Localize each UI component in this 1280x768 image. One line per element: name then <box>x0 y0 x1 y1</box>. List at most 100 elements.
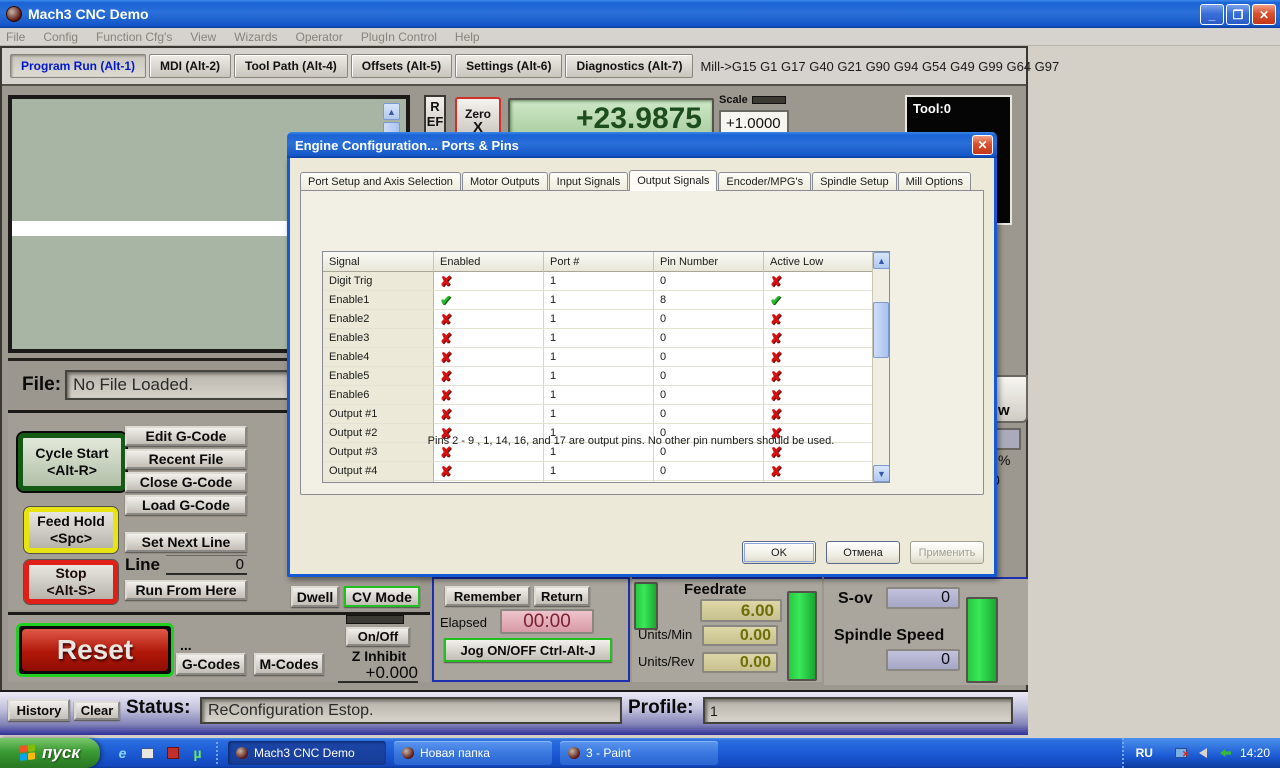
active-low-mark[interactable]: . <box>764 481 874 482</box>
menu-item[interactable]: Config <box>43 30 78 44</box>
line-value[interactable]: 0 <box>165 555 247 575</box>
set-next-line-button[interactable]: Set Next Line <box>125 532 247 552</box>
gcode-file-button[interactable]: Edit G-Code <box>125 426 247 446</box>
feed-hold-button[interactable]: Feed Hold <Spc> <box>23 506 119 554</box>
table-scrollbar[interactable]: ▲ ▼ <box>872 252 889 482</box>
gcode-file-button[interactable]: Close G-Code <box>125 472 247 492</box>
screen-tab[interactable]: MDI (Alt-2) <box>149 54 231 78</box>
scroll-thumb[interactable] <box>873 302 889 358</box>
ok-button[interactable]: OK <box>742 541 816 564</box>
scroll-up-icon[interactable]: ▲ <box>383 103 400 120</box>
active-low-mark[interactable]: ✘ <box>764 310 874 329</box>
enabled-mark[interactable]: ✘ <box>434 405 544 424</box>
enabled-mark[interactable]: ✘ <box>434 462 544 481</box>
port-number[interactable]: 1 <box>544 462 654 481</box>
menu-item[interactable]: Function Cfg's <box>96 30 172 44</box>
gcode-file-button[interactable]: Recent File <box>125 449 247 469</box>
dialog-tab[interactable]: Input Signals <box>548 172 629 191</box>
run-from-here-button[interactable]: Run From Here <box>125 580 247 600</box>
spindle-speed-value[interactable]: 0 <box>886 649 960 671</box>
minimize-button[interactable]: _ <box>1200 4 1224 25</box>
active-low-mark[interactable]: ✘ <box>764 348 874 367</box>
screen-tab[interactable]: Diagnostics (Alt-7) <box>565 54 694 78</box>
pin-number[interactable]: 0 <box>654 462 764 481</box>
port-number[interactable]: 1 <box>544 367 654 386</box>
pin-number[interactable]: 0 <box>654 310 764 329</box>
scroll-down-icon[interactable]: ▼ <box>873 465 889 482</box>
pin-number[interactable]: 8 <box>654 291 764 310</box>
active-low-mark[interactable]: ✘ <box>764 386 874 405</box>
cycle-start-button[interactable]: Cycle Start <Alt-R> <box>16 431 128 493</box>
active-low-mark[interactable]: ✘ <box>764 329 874 348</box>
active-low-mark[interactable]: ✘ <box>764 367 874 386</box>
port-number[interactable]: 1 <box>544 310 654 329</box>
menu-item[interactable]: Wizards <box>234 30 277 44</box>
reset-button[interactable]: Reset <box>16 623 174 677</box>
port-number[interactable]: 1 <box>544 348 654 367</box>
enabled-mark[interactable]: ✔ <box>434 291 544 310</box>
dwell-button[interactable]: Dwell <box>291 586 339 607</box>
enabled-mark[interactable]: ✘ <box>434 272 544 291</box>
screen-tab[interactable]: Offsets (Alt-5) <box>350 54 453 78</box>
pin-number[interactable]: 0 <box>654 386 764 405</box>
port-number[interactable]: 1 <box>544 386 654 405</box>
scroll-up-icon[interactable]: ▲ <box>873 252 889 269</box>
active-low-mark[interactable]: ✘ <box>764 405 874 424</box>
screen-tab[interactable]: Tool Path (Alt-4) <box>234 54 348 78</box>
ie-icon[interactable]: e <box>114 745 131 762</box>
active-low-mark[interactable]: ✔ <box>764 291 874 310</box>
return-button[interactable]: Return <box>534 586 590 606</box>
dialog-titlebar[interactable]: Engine Configuration... Ports & Pins ✕ <box>287 132 997 158</box>
pin-number[interactable]: 0 <box>654 329 764 348</box>
remember-button[interactable]: Remember <box>445 586 530 606</box>
dialog-tab[interactable]: Port Setup and Axis Selection <box>300 172 461 191</box>
menu-item[interactable]: PlugIn Control <box>361 30 437 44</box>
pin-number[interactable]: 0 <box>654 348 764 367</box>
media-player-icon[interactable] <box>164 745 181 762</box>
menu-item[interactable]: Help <box>455 30 480 44</box>
enabled-mark[interactable]: ✘ <box>434 386 544 405</box>
active-low-mark[interactable]: ✘ <box>764 272 874 291</box>
dialog-tab[interactable]: Spindle Setup <box>812 172 897 191</box>
feedrate-value[interactable]: 6.00 <box>700 599 782 622</box>
pin-number[interactable]: . <box>654 481 764 482</box>
enabled-mark[interactable]: ✘ <box>434 348 544 367</box>
screen-tab[interactable]: Program Run (Alt-1) <box>10 54 146 78</box>
close-button[interactable]: ✕ <box>1252 4 1276 25</box>
jog-follow-button-partial[interactable]: w <box>993 375 1028 423</box>
z-inhibit-value[interactable]: +0.000 <box>338 663 418 683</box>
pin-number[interactable]: 0 <box>654 367 764 386</box>
restore-button[interactable]: ❐ <box>1226 4 1250 25</box>
feedrate-bar[interactable] <box>787 591 817 681</box>
taskbar-task-button[interactable]: Новая папка <box>394 741 552 765</box>
update-icon[interactable] <box>1218 746 1233 761</box>
dialog-tab[interactable]: Output Signals <box>629 170 718 191</box>
menu-item[interactable]: Operator <box>296 30 343 44</box>
spindle-bar[interactable] <box>966 597 998 683</box>
gcode-file-button[interactable]: Load G-Code <box>125 495 247 515</box>
active-low-mark[interactable]: ✘ <box>764 462 874 481</box>
port-number[interactable]: . <box>544 481 654 482</box>
cv-mode-button[interactable]: CV Mode <box>344 586 420 607</box>
enabled-mark[interactable]: . <box>434 481 544 482</box>
jog-onoff-button[interactable]: Jog ON/OFF Ctrl-Alt-J <box>444 638 612 662</box>
enabled-mark[interactable]: ✘ <box>434 367 544 386</box>
dialog-close-icon[interactable]: ✕ <box>972 135 993 155</box>
taskbar-task-button[interactable]: 3 - Paint <box>560 741 718 765</box>
dialog-tab[interactable]: Encoder/MPG's <box>718 172 812 191</box>
language-indicator[interactable]: RU <box>1136 746 1153 760</box>
fro-bar[interactable] <box>634 582 658 630</box>
port-number[interactable]: 1 <box>544 291 654 310</box>
history-button[interactable]: History <box>8 699 70 721</box>
menu-item[interactable]: View <box>190 30 216 44</box>
cancel-button[interactable]: Отмена <box>826 541 900 564</box>
show-desktop-icon[interactable] <box>139 745 156 762</box>
port-number[interactable]: 1 <box>544 329 654 348</box>
z-inhibit-onoff-button[interactable]: On/Off <box>346 627 410 646</box>
taskbar-task-button[interactable]: Mach3 CNC Demo <box>228 741 386 765</box>
sov-value[interactable]: 0 <box>886 587 960 609</box>
pin-number[interactable]: 0 <box>654 272 764 291</box>
screen-tab[interactable]: Settings (Alt-6) <box>455 54 563 78</box>
clear-button[interactable]: Clear <box>74 701 120 720</box>
start-button[interactable]: пуск <box>0 738 100 768</box>
